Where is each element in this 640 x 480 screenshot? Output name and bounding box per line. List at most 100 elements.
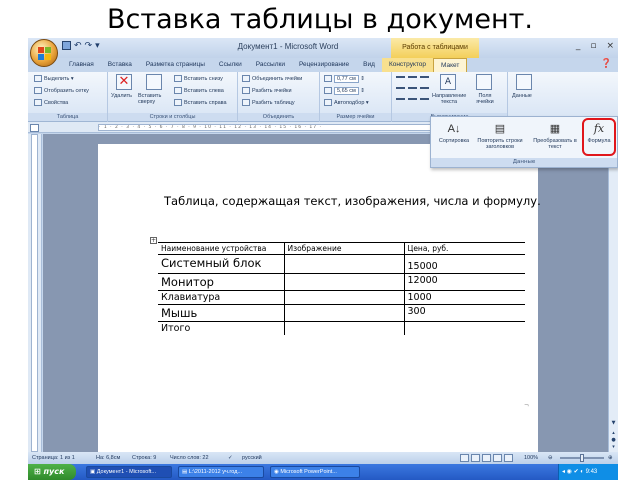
insert-above-icon[interactable]	[146, 74, 162, 90]
tab-layout[interactable]: Макет	[433, 58, 468, 72]
autofit-button[interactable]: Автоподбор ▾	[324, 99, 369, 106]
table-cell[interactable]: Монитор	[158, 273, 285, 291]
cell-height-field[interactable]: 0,77 см ⇕	[324, 74, 365, 83]
tab-references[interactable]: Ссылки	[212, 58, 249, 72]
spellcheck-icon[interactable]: ✓	[228, 455, 233, 461]
text-direction-icon[interactable]: A	[440, 74, 456, 90]
cell-margins-icon[interactable]	[476, 74, 492, 90]
office-button[interactable]	[30, 39, 58, 67]
table-cell[interactable]	[404, 322, 525, 336]
zoom-slider-thumb[interactable]	[580, 454, 584, 462]
print-layout-view-icon[interactable]	[460, 454, 469, 462]
close-button[interactable]: ×	[606, 41, 614, 51]
split-cells-button[interactable]: Разбить ячейки	[242, 87, 292, 94]
zoom-in-icon[interactable]: ⊕	[608, 455, 613, 461]
tab-selector-icon[interactable]	[30, 124, 39, 132]
table-cell[interactable]: Изображение	[284, 242, 405, 255]
split-table-icon	[242, 99, 250, 106]
alignment-grid-icon[interactable]	[396, 76, 430, 102]
maximize-button[interactable]: ▫	[590, 41, 596, 51]
table-move-handle-icon[interactable]: +	[150, 237, 157, 244]
convert-to-text-button[interactable]: ▦ Преобразовать в текст	[529, 119, 581, 150]
scroll-down-icon[interactable]: ▼	[610, 420, 617, 426]
insert-left-button[interactable]: Вставить слева	[174, 87, 224, 94]
zoom-level[interactable]: 100%	[524, 455, 538, 461]
tab-page-layout[interactable]: Разметка страницы	[139, 58, 212, 72]
redo-icon[interactable]: ↷	[85, 41, 93, 55]
table-cell[interactable]	[284, 321, 405, 335]
minimize-button[interactable]: _	[576, 41, 581, 51]
undo-icon[interactable]: ↶	[74, 41, 82, 55]
status-line[interactable]: Строка: 9	[132, 455, 156, 461]
repeat-header-rows-button[interactable]: ▤ Повторить строки заголовков	[475, 119, 525, 150]
table-cell[interactable]	[284, 254, 405, 274]
table-cell[interactable]: Цена, руб.	[404, 242, 525, 255]
merge-cells-button[interactable]: Объединить ячейки	[242, 75, 302, 82]
status-page[interactable]: Страница: 1 из 1	[32, 455, 75, 461]
data-icon[interactable]	[516, 74, 532, 90]
cell-margins-label: Поля ячейки	[476, 93, 494, 105]
table-cell[interactable]: Системный блок	[158, 254, 285, 274]
table-cell[interactable]: Итого	[158, 321, 285, 335]
document-table[interactable]: Наименование устройства Изображение Цена…	[158, 242, 525, 335]
title-bar: ↶ ↷ ▾ Документ1 - Microsoft Word Работа …	[28, 38, 618, 58]
previous-page-icon[interactable]: ▴	[610, 430, 617, 436]
select-button[interactable]: Выделить ▾	[34, 75, 74, 82]
table-cell[interactable]: 12000	[404, 273, 525, 291]
tab-view[interactable]: Вид	[356, 58, 382, 72]
taskbar-item-folder[interactable]: ▤ L:\2011-2012 уч.год...	[178, 466, 264, 478]
status-language[interactable]: русский	[242, 455, 262, 461]
insert-below-button[interactable]: Вставить снизу	[174, 75, 223, 82]
data-label[interactable]: Данные	[512, 93, 532, 99]
ribbon-group-alignment: A Направление текста Поля ячейки Выравни…	[392, 72, 508, 122]
convert-to-text-icon: ▦	[549, 123, 561, 135]
draft-view-icon[interactable]	[504, 454, 513, 462]
table-header-row: Наименование устройства Изображение Цена…	[158, 242, 525, 255]
tab-insert[interactable]: Вставка	[101, 58, 139, 72]
tab-design[interactable]: Конструктор	[381, 58, 433, 72]
end-of-row-mark: ¬	[524, 402, 530, 409]
split-table-button[interactable]: Разбить таблицу	[242, 99, 295, 106]
taskbar-item-powerpoint[interactable]: ◉ Microsoft PowerPoint...	[270, 466, 360, 478]
table-cell[interactable]: 300	[404, 304, 525, 322]
zoom-out-icon[interactable]: ⊖	[548, 455, 553, 461]
help-icon[interactable]: ❓	[601, 59, 612, 69]
select-browse-object-icon[interactable]: ●	[610, 437, 617, 443]
tab-mailings[interactable]: Рассылки	[249, 58, 292, 72]
tab-home[interactable]: Главная	[62, 58, 101, 72]
outline-view-icon[interactable]	[493, 454, 502, 462]
full-screen-view-icon[interactable]	[471, 454, 480, 462]
status-word-count[interactable]: Число слов: 22	[170, 455, 209, 461]
properties-button[interactable]: Свойства	[34, 99, 68, 106]
table-cell[interactable]: Мышь	[158, 304, 285, 322]
show-gridlines-button[interactable]: Отобразить сетку	[34, 87, 89, 94]
vertical-ruler-scale	[31, 134, 38, 452]
ribbon-group-table: Выделить ▾ Отобразить сетку Свойства Таб…	[28, 72, 108, 122]
delete-icon[interactable]: ✕	[116, 74, 132, 90]
clock[interactable]: 9:43	[586, 469, 598, 475]
document-area: Таблица, содержащая текст, изображения, …	[43, 134, 608, 454]
qat-dropdown-icon[interactable]: ▾	[95, 41, 100, 55]
table-cell[interactable]: 1000	[404, 290, 525, 305]
table-cell[interactable]: 15000	[404, 254, 525, 274]
document-page[interactable]: Таблица, содержащая текст, изображения, …	[98, 144, 541, 454]
table-cell[interactable]	[284, 290, 405, 305]
save-icon[interactable]	[62, 41, 71, 50]
start-button[interactable]: ⊞ пуск	[28, 464, 76, 480]
insert-right-button[interactable]: Вставить справа	[174, 99, 227, 106]
tray-icons[interactable]: ◂ ◉ ✔ ◐	[562, 469, 584, 475]
tab-review[interactable]: Рецензирование	[292, 58, 356, 72]
table-cell[interactable]: Наименование устройства	[158, 242, 285, 255]
status-bar: Страница: 1 из 1 На: 6,8см Строка: 9 Чис…	[28, 452, 618, 464]
cell-width-field[interactable]: 5,65 см ⇕	[324, 86, 365, 95]
taskbar-item-word[interactable]: ▣ Документ1 - Microsoft...	[86, 466, 172, 478]
table-cell[interactable]: Клавиатура	[158, 290, 285, 305]
next-page-icon[interactable]: ▾	[610, 444, 617, 450]
status-position[interactable]: На: 6,8см	[96, 455, 120, 461]
sort-button[interactable]: A↓ Сортировка	[435, 119, 473, 144]
vertical-ruler[interactable]	[28, 134, 42, 452]
table-cell[interactable]	[284, 273, 405, 291]
vertical-scrollbar[interactable]: ▲ ▼ ▴ ● ▾	[608, 134, 618, 452]
table-cell[interactable]	[284, 304, 405, 322]
web-layout-view-icon[interactable]	[482, 454, 491, 462]
